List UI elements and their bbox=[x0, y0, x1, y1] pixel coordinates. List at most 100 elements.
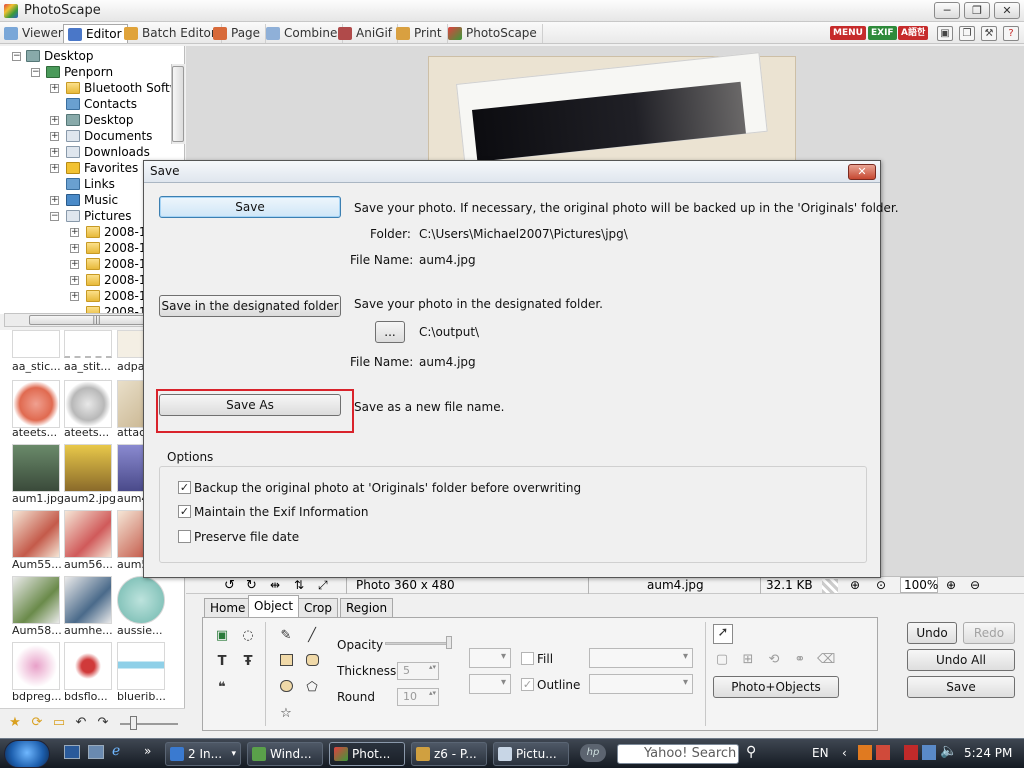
close-button[interactable]: ✕ bbox=[994, 2, 1020, 19]
collapse-icon[interactable]: − bbox=[31, 68, 40, 77]
collapse-icon[interactable]: − bbox=[50, 212, 59, 221]
backup-original-checkbox[interactable]: ✓ bbox=[178, 481, 191, 494]
exif-button[interactable]: EXIF bbox=[868, 26, 897, 40]
collapse-icon[interactable]: − bbox=[12, 52, 21, 61]
forward-arrow-icon[interactable]: ↷ bbox=[94, 715, 112, 731]
clock[interactable]: 5:24 PM bbox=[964, 746, 1012, 760]
object-icon[interactable]: ▢ bbox=[713, 652, 731, 668]
resize-icon[interactable]: ⤢ bbox=[318, 578, 328, 593]
tree-item-2008-folder[interactable]: 2008-1 bbox=[86, 224, 147, 240]
thumbnail[interactable] bbox=[12, 510, 60, 558]
tree-item-user[interactable]: Penporn bbox=[46, 64, 113, 80]
thumbnail[interactable] bbox=[64, 330, 112, 358]
thumbnail[interactable] bbox=[12, 444, 60, 492]
select-arrow-icon[interactable]: ➚ bbox=[713, 624, 733, 644]
text-icon[interactable]: T bbox=[213, 654, 231, 670]
thumbnail-size-slider[interactable] bbox=[120, 723, 178, 725]
refresh-icon[interactable]: ⟳ bbox=[28, 715, 46, 731]
star-shape-icon[interactable]: ☆ bbox=[277, 706, 295, 722]
tree-item-documents[interactable]: Documents bbox=[66, 128, 152, 144]
tree-item-desktop[interactable]: Desktop bbox=[26, 48, 94, 64]
polygon-icon[interactable]: ⬠ bbox=[303, 680, 321, 696]
dialog-close-button[interactable]: ✕ bbox=[848, 164, 876, 180]
tab-print[interactable]: Print bbox=[392, 24, 448, 43]
taskbar-item-ie[interactable]: 2 In... ▾ bbox=[165, 742, 241, 766]
tree-item-bluetooth[interactable]: Bluetooth Software bbox=[66, 80, 184, 96]
tab-editor[interactable]: Editor bbox=[63, 24, 128, 43]
start-button[interactable] bbox=[4, 740, 50, 768]
tree-item-2008-folder[interactable]: 2008-1 bbox=[86, 256, 147, 272]
taskbar-item-pictures[interactable]: Pictu... bbox=[493, 742, 569, 766]
object-delete-icon[interactable]: ⌫ bbox=[817, 652, 835, 668]
hp-icon[interactable]: hp bbox=[580, 744, 606, 762]
expand-icon[interactable]: + bbox=[50, 148, 59, 157]
language-indicator[interactable]: EN bbox=[812, 746, 829, 760]
ellipse-icon[interactable] bbox=[277, 680, 295, 696]
opacity-slider[interactable] bbox=[385, 642, 449, 645]
flip-vertical-icon[interactable]: ⇅ bbox=[294, 578, 304, 592]
safely-remove-icon[interactable] bbox=[904, 745, 918, 760]
rectangle-icon[interactable] bbox=[277, 654, 295, 670]
thumbnail[interactable] bbox=[117, 576, 165, 624]
redo-button[interactable]: Redo bbox=[963, 622, 1015, 644]
quote-icon[interactable]: ❝ bbox=[213, 680, 231, 696]
fill-color-dropdown[interactable] bbox=[469, 648, 511, 668]
expand-icon[interactable]: + bbox=[70, 260, 79, 269]
menu-button[interactable]: MENU bbox=[830, 26, 866, 40]
tree-item-2008-folder[interactable]: 2008-1 bbox=[86, 272, 147, 288]
tree-item-links[interactable]: Links bbox=[66, 176, 115, 192]
expand-icon[interactable]: + bbox=[70, 244, 79, 253]
tab-combine[interactable]: Combine bbox=[262, 24, 344, 43]
copy-icon[interactable]: ❐ bbox=[959, 26, 975, 41]
volume-icon[interactable]: 🔈 bbox=[940, 743, 957, 759]
minimize-button[interactable]: ─ bbox=[934, 2, 960, 19]
search-icon[interactable]: ⚲ bbox=[746, 744, 756, 760]
more-quick-launch-icon[interactable]: » bbox=[144, 744, 151, 758]
zoom-in-icon[interactable]: ⊕ bbox=[946, 578, 956, 592]
zoom-level[interactable]: 100% bbox=[900, 577, 938, 593]
thumbnail[interactable] bbox=[12, 576, 60, 624]
tree-item-2008-folder[interactable]: 2008-1 bbox=[86, 240, 147, 256]
thumbnail[interactable] bbox=[64, 444, 112, 492]
switch-windows-icon[interactable] bbox=[88, 745, 104, 759]
tree-item-2008-folder[interactable]: 2008-1 bbox=[86, 288, 147, 304]
zoom-out-icon[interactable]: ⊖ bbox=[970, 578, 980, 592]
star-icon[interactable]: ★ bbox=[6, 715, 24, 731]
expand-icon[interactable]: + bbox=[70, 292, 79, 301]
tab-home[interactable]: Home bbox=[204, 598, 252, 617]
fill-style-dropdown[interactable] bbox=[589, 648, 693, 668]
tab-anigif[interactable]: AniGif bbox=[334, 24, 399, 43]
outline-style-dropdown[interactable] bbox=[589, 674, 693, 694]
network-icon[interactable] bbox=[922, 745, 936, 760]
taskbar-item-paint[interactable]: z6 - P... bbox=[411, 742, 487, 766]
preserve-date-checkbox[interactable] bbox=[178, 530, 191, 543]
expand-icon[interactable]: + bbox=[50, 164, 59, 173]
tab-batch-editor[interactable]: Batch Editor bbox=[120, 24, 222, 43]
save-photo-button[interactable]: Save bbox=[159, 196, 341, 218]
help-icon[interactable]: ? bbox=[1003, 26, 1019, 41]
tree-item-downloads[interactable]: Downloads bbox=[66, 144, 150, 160]
tab-object[interactable]: Object bbox=[248, 595, 300, 617]
taskbar-item-windows[interactable]: Wind... bbox=[247, 742, 323, 766]
thumbnail[interactable] bbox=[64, 380, 112, 428]
rotate-left-icon[interactable]: ↺ bbox=[224, 578, 235, 593]
rotate-right-icon[interactable]: ↻ bbox=[246, 578, 257, 593]
text-outline-icon[interactable]: Ŧ bbox=[239, 654, 257, 670]
photo-objects-button[interactable]: Photo+Objects bbox=[713, 676, 839, 698]
tab-region[interactable]: Region bbox=[340, 598, 394, 617]
tools-icon[interactable]: ⚒ bbox=[981, 26, 997, 41]
object-copy-icon[interactable]: ⊞ bbox=[739, 652, 757, 668]
speech-balloon-icon[interactable]: ◌ bbox=[239, 628, 257, 644]
opacity-slider-handle[interactable] bbox=[446, 636, 452, 649]
language-button[interactable]: A語한 bbox=[898, 26, 929, 40]
expand-icon[interactable]: + bbox=[70, 276, 79, 285]
thumbnail[interactable] bbox=[12, 642, 60, 690]
back-arrow-icon[interactable]: ↶ bbox=[72, 715, 90, 731]
tab-photoscape[interactable]: PhotoScape bbox=[444, 24, 543, 43]
save-button[interactable]: Save bbox=[907, 676, 1015, 698]
folder-icon[interactable]: ▭ bbox=[50, 715, 68, 731]
flip-horizontal-icon[interactable]: ⇹ bbox=[270, 578, 280, 592]
yahoo-search-input[interactable]: Yahoo! Search bbox=[617, 744, 739, 764]
tray-app-icon[interactable] bbox=[858, 745, 872, 760]
fill-checkbox[interactable] bbox=[521, 652, 534, 665]
